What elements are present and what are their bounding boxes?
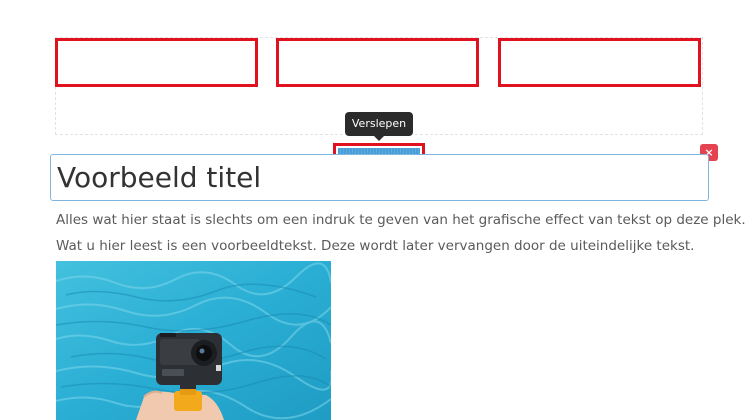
column-slot-1[interactable] bbox=[55, 38, 258, 87]
drag-tooltip: Verslepen bbox=[345, 112, 413, 136]
column-slot-3[interactable] bbox=[498, 38, 701, 87]
column-slot-2[interactable] bbox=[276, 38, 479, 87]
tooltip-arrow bbox=[374, 136, 384, 141]
title-text: Voorbeeld titel bbox=[57, 161, 262, 194]
content-image[interactable] bbox=[56, 261, 331, 420]
editor-canvas: Verslepen × Voorbeeld titel Alles wat hi… bbox=[0, 0, 750, 420]
paragraph-line-2: Wat u hier leest is een voorbeeldtekst. … bbox=[56, 238, 695, 254]
body-paragraph[interactable]: Alles wat hier staat is slechts om een i… bbox=[56, 207, 746, 259]
paragraph-line-1: Alles wat hier staat is slechts om een i… bbox=[56, 212, 746, 228]
action-camera-in-pool-photo-icon bbox=[56, 261, 331, 420]
title-field[interactable]: Voorbeeld titel bbox=[50, 154, 709, 201]
